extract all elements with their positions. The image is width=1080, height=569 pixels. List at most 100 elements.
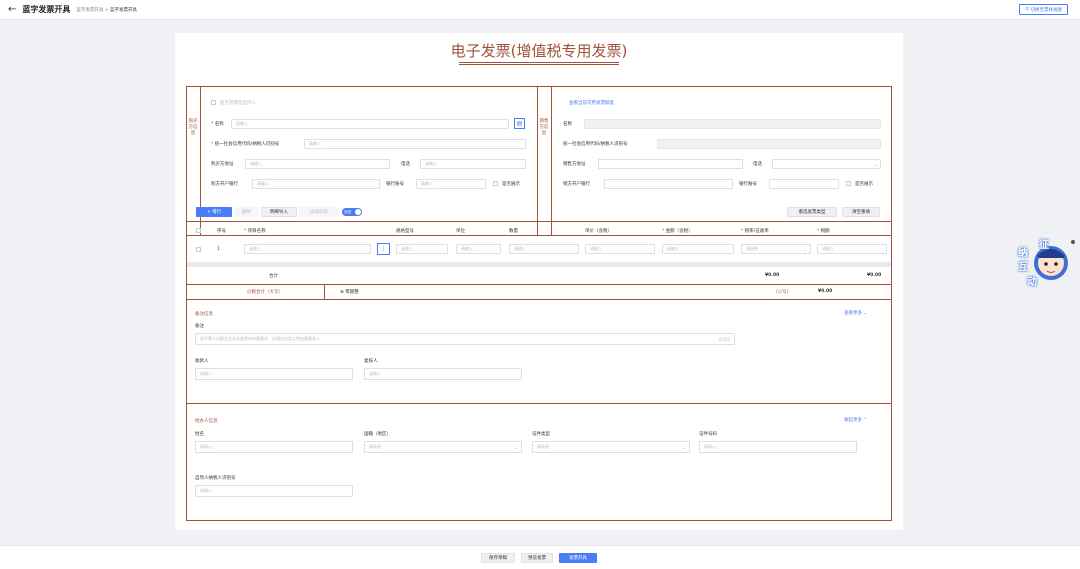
document-title: 电子发票(增值税专用发票) bbox=[450, 42, 628, 60]
agent-idno-input[interactable]: 请输入 bbox=[699, 441, 857, 453]
reviewer-label: 复核人 bbox=[364, 359, 378, 364]
page-title: 蓝字发票开具 bbox=[22, 5, 71, 14]
invoice-paper: 电子发票(增值税专用发票) 购买方信息 销售方信息 是否开票给自然人 * 名称 … bbox=[175, 33, 903, 530]
natural-person-checkbox[interactable] bbox=[211, 100, 216, 105]
buyer-name-label: 名称 bbox=[214, 122, 224, 127]
remarks-section-title: 备注信息 bbox=[195, 312, 213, 317]
tax-inclusive-toggle[interactable]: 含税 bbox=[342, 208, 362, 216]
detail-import-button[interactable]: 明细导入 bbox=[261, 207, 297, 217]
reviewer-input[interactable]: 请输入 bbox=[364, 368, 522, 380]
buyer-account-input[interactable]: 请输入 bbox=[416, 179, 486, 189]
chevron-down-icon: ⌄ bbox=[873, 161, 877, 167]
seller-bank-label: 销方开户银行 bbox=[563, 182, 590, 187]
col-unit-price: 单价（含税） bbox=[585, 229, 612, 234]
remarks-count: 0/200 bbox=[718, 336, 730, 342]
clear-reset-button[interactable]: 清空重填 bbox=[842, 207, 880, 217]
buyer-address-input[interactable]: 请输入 bbox=[245, 159, 390, 169]
bottom-bar: 保存草稿 预览发票 发票开具 bbox=[0, 545, 1080, 569]
select-all-checkbox[interactable] bbox=[196, 228, 201, 233]
issue-invoice-button[interactable]: 发票开具 bbox=[559, 553, 597, 563]
buyer-show-label: 是否展示 bbox=[502, 182, 520, 187]
buyer-lookup-icon[interactable]: ▤ bbox=[514, 118, 525, 129]
seller-account-label: 银行账号 bbox=[739, 182, 757, 187]
buyer-bank-input[interactable]: 请输入 bbox=[252, 179, 380, 189]
assistant-mascot-icon[interactable]: 征 纳 互 动 bbox=[1015, 236, 1075, 294]
tax-rate-select[interactable]: 请选择 ⌄ bbox=[741, 244, 811, 254]
buyer-side-label: 购买方信息 bbox=[188, 119, 198, 136]
seller-side-label: 销售方信息 bbox=[539, 119, 549, 136]
tax-input[interactable]: 请输入 bbox=[817, 244, 887, 254]
agent-country-select[interactable]: 请选择 ⌄ bbox=[364, 441, 522, 453]
agent-idtype-label: 证件类型 bbox=[532, 432, 550, 437]
total-label: 合计 bbox=[269, 274, 278, 279]
buyer-address-label: 购买方地址 bbox=[211, 162, 234, 167]
total-amount: ¥0.00 bbox=[765, 273, 780, 278]
buyer-name-input[interactable]: 请输入 bbox=[231, 119, 509, 129]
add-discount-button[interactable]: 添加折扣 bbox=[299, 207, 339, 217]
spec-input[interactable]: 请输入 bbox=[396, 244, 448, 254]
payee-input[interactable]: 请输入 bbox=[195, 368, 353, 380]
item-name-input[interactable]: 请输入 bbox=[244, 244, 371, 254]
seller-address-label: 销售方地址 bbox=[563, 162, 586, 167]
reselect-type-button[interactable]: 重选发票类型 bbox=[787, 207, 837, 217]
amount-input[interactable]: 请输入 bbox=[662, 244, 734, 254]
remarks-textarea[interactable]: 如开票人对备注文本长度等有特殊需求，由通过自定义附加要素录入 0/200 bbox=[195, 333, 735, 345]
total-tax: ¥0.00 bbox=[867, 273, 882, 278]
qty-input[interactable]: 请输入 bbox=[509, 244, 579, 254]
breadcrumb: 蓝字发票开具 > 蓝字发票开具 bbox=[76, 7, 138, 13]
agent-idno-label: 证件号码 bbox=[699, 432, 717, 437]
remarks-label: 备注 bbox=[195, 324, 204, 329]
natural-person-label: 是否开票给自然人 bbox=[220, 101, 256, 106]
item-picker-icon[interactable]: ⋮ bbox=[377, 243, 390, 255]
switch-view-button[interactable]: ⇄ 切换至票样视图 bbox=[1019, 4, 1068, 15]
agent-name-label: 姓名 bbox=[195, 432, 204, 437]
agent-taxid-input[interactable]: 请输入 bbox=[195, 485, 353, 497]
widget-char-4: 动 bbox=[1027, 277, 1037, 288]
seller-account-input[interactable] bbox=[769, 179, 839, 189]
breadcrumb-root[interactable]: 蓝字发票开具 bbox=[76, 8, 103, 13]
save-draft-button[interactable]: 保存草稿 bbox=[481, 553, 515, 563]
buyer-taxid-label: 统一社会信用代码/纳税人识别号 bbox=[214, 142, 280, 147]
col-item-name: * 项目名称 bbox=[244, 229, 266, 234]
small-value: ¥0.00 bbox=[818, 289, 833, 294]
seller-phone-select[interactable]: ⌄ bbox=[772, 159, 881, 169]
agent-idtype-select[interactable]: 请选择 ⌄ bbox=[532, 441, 690, 453]
col-index: 序号 bbox=[217, 229, 226, 234]
seller-show-checkbox[interactable] bbox=[846, 181, 851, 186]
agent-name-input[interactable]: 请输入 bbox=[195, 441, 353, 453]
seller-address-input[interactable] bbox=[598, 159, 743, 169]
buyer-phone-input[interactable]: 请输入 bbox=[420, 159, 526, 169]
chevron-down-icon: ⌄ bbox=[682, 444, 686, 450]
buyer-taxid-input[interactable]: 请输入 bbox=[304, 139, 526, 149]
seller-taxid-input bbox=[657, 139, 881, 149]
buyer-show-checkbox[interactable] bbox=[493, 181, 498, 186]
chevron-up-icon: ⌃ bbox=[862, 418, 868, 423]
unit-price-input[interactable]: 请输入 bbox=[585, 244, 655, 254]
grand-total-value: ⊗ 零圆整 bbox=[340, 290, 359, 295]
seller-phone-label: 电话 bbox=[753, 162, 762, 167]
chevron-down-icon: ⌄ bbox=[862, 311, 868, 316]
title-underline bbox=[459, 62, 619, 65]
seller-show-label: 是否展示 bbox=[855, 182, 873, 187]
table-scroll-strip[interactable] bbox=[187, 262, 891, 267]
seller-bank-input[interactable] bbox=[604, 179, 733, 189]
chevron-down-icon: ⌄ bbox=[514, 444, 518, 450]
buyer-account-label: 银行账号 bbox=[386, 182, 404, 187]
unit-input[interactable]: 请输入 bbox=[456, 244, 501, 254]
buyer-bank-label: 购方开户银行 bbox=[211, 182, 238, 187]
row-checkbox[interactable] bbox=[196, 247, 201, 252]
widget-char-1: 征 bbox=[1039, 240, 1049, 251]
widget-char-2: 纳 bbox=[1018, 248, 1028, 259]
remarks-more-link[interactable]: 查看更多 ⌄ bbox=[844, 310, 867, 316]
widget-char-3: 互 bbox=[1018, 262, 1028, 273]
agent-collapse-link[interactable]: 收起更多 ⌃ bbox=[844, 417, 867, 423]
row-index: 1 bbox=[217, 247, 220, 252]
preview-button[interactable]: 预览发票 bbox=[521, 553, 553, 563]
chevron-down-icon: ⌄ bbox=[803, 246, 807, 252]
delete-button[interactable]: 删除 bbox=[234, 207, 259, 217]
add-row-button[interactable]: + 增行 bbox=[196, 207, 232, 217]
arrow-left-icon[interactable]: ← bbox=[8, 4, 16, 15]
buyer-phone-label: 电话 bbox=[401, 162, 410, 167]
col-tax: * 税额 bbox=[817, 229, 830, 234]
quota-link[interactable]: 查看当前可用发票额度 bbox=[569, 100, 614, 106]
